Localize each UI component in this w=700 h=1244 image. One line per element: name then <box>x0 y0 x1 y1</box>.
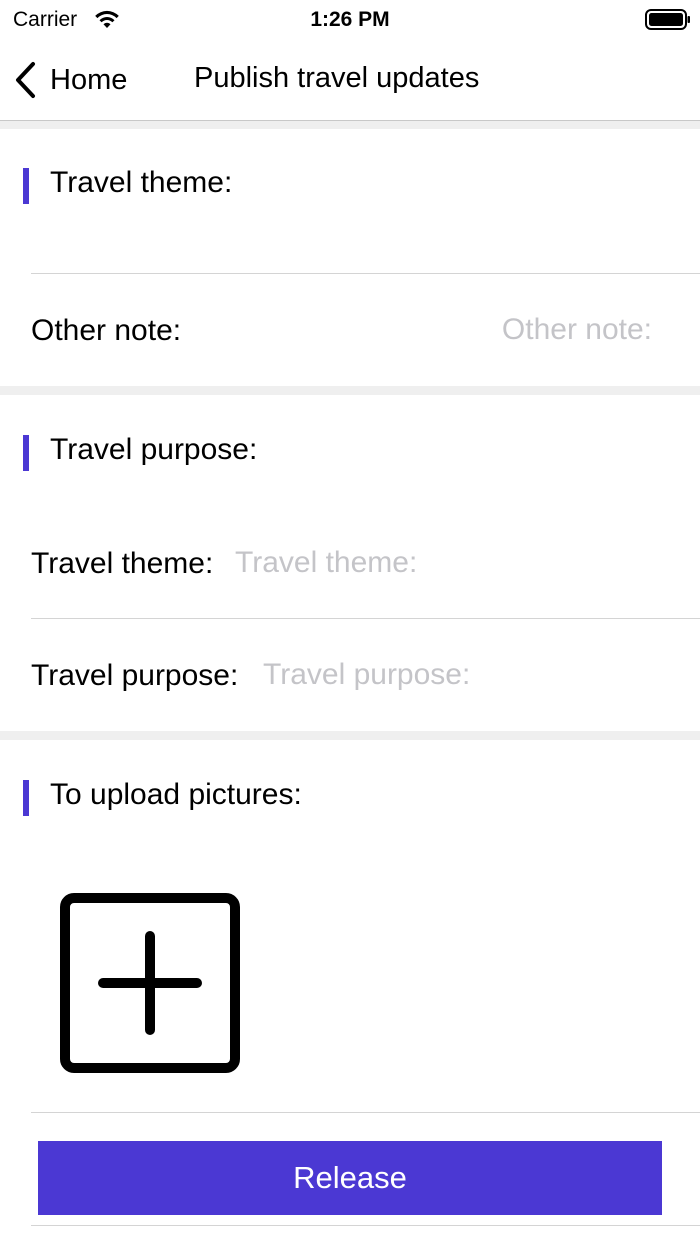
other-note-row: Other note: <box>0 300 700 360</box>
travel-purpose-label: Travel purpose: <box>31 659 239 692</box>
back-label: Home <box>50 63 128 96</box>
divider <box>31 1225 700 1226</box>
section-header-travel-theme: Travel theme: <box>0 154 700 214</box>
back-button[interactable]: Home <box>12 58 127 102</box>
travel-theme-label: Travel theme: <box>31 547 214 580</box>
chevron-left-icon <box>16 62 35 98</box>
travel-theme-row: Travel theme: <box>0 533 700 593</box>
section-title: Travel theme: <box>50 166 233 199</box>
travel-purpose-input[interactable] <box>263 655 675 695</box>
travel-purpose-row: Travel purpose: <box>0 645 700 705</box>
add-square-icon[interactable] <box>60 893 240 1073</box>
section-accent-bar <box>23 435 29 471</box>
divider <box>31 618 700 619</box>
section-header-upload-pictures: To upload pictures: <box>0 766 700 826</box>
status-bar: Carrier 1:26 PM <box>0 0 700 40</box>
section-accent-bar <box>23 780 29 816</box>
section-separator <box>0 121 700 129</box>
section-title: Travel purpose: <box>50 433 258 466</box>
navigation-bar: Home Publish travel updates <box>0 40 700 121</box>
section-separator <box>0 731 700 740</box>
section-accent-bar <box>23 168 29 204</box>
section-separator <box>0 386 700 395</box>
page-title: Publish travel updates <box>194 62 480 94</box>
battery-icon <box>645 9 690 30</box>
section-title: To upload pictures: <box>50 778 302 811</box>
other-note-input[interactable] <box>300 310 652 350</box>
other-note-label: Other note: <box>31 314 182 347</box>
divider <box>31 273 700 274</box>
section-header-travel-purpose: Travel purpose: <box>0 421 700 481</box>
divider <box>31 1112 700 1113</box>
travel-theme-input[interactable] <box>235 543 675 583</box>
release-button[interactable]: Release <box>38 1141 662 1215</box>
clock: 1:26 PM <box>310 8 390 31</box>
